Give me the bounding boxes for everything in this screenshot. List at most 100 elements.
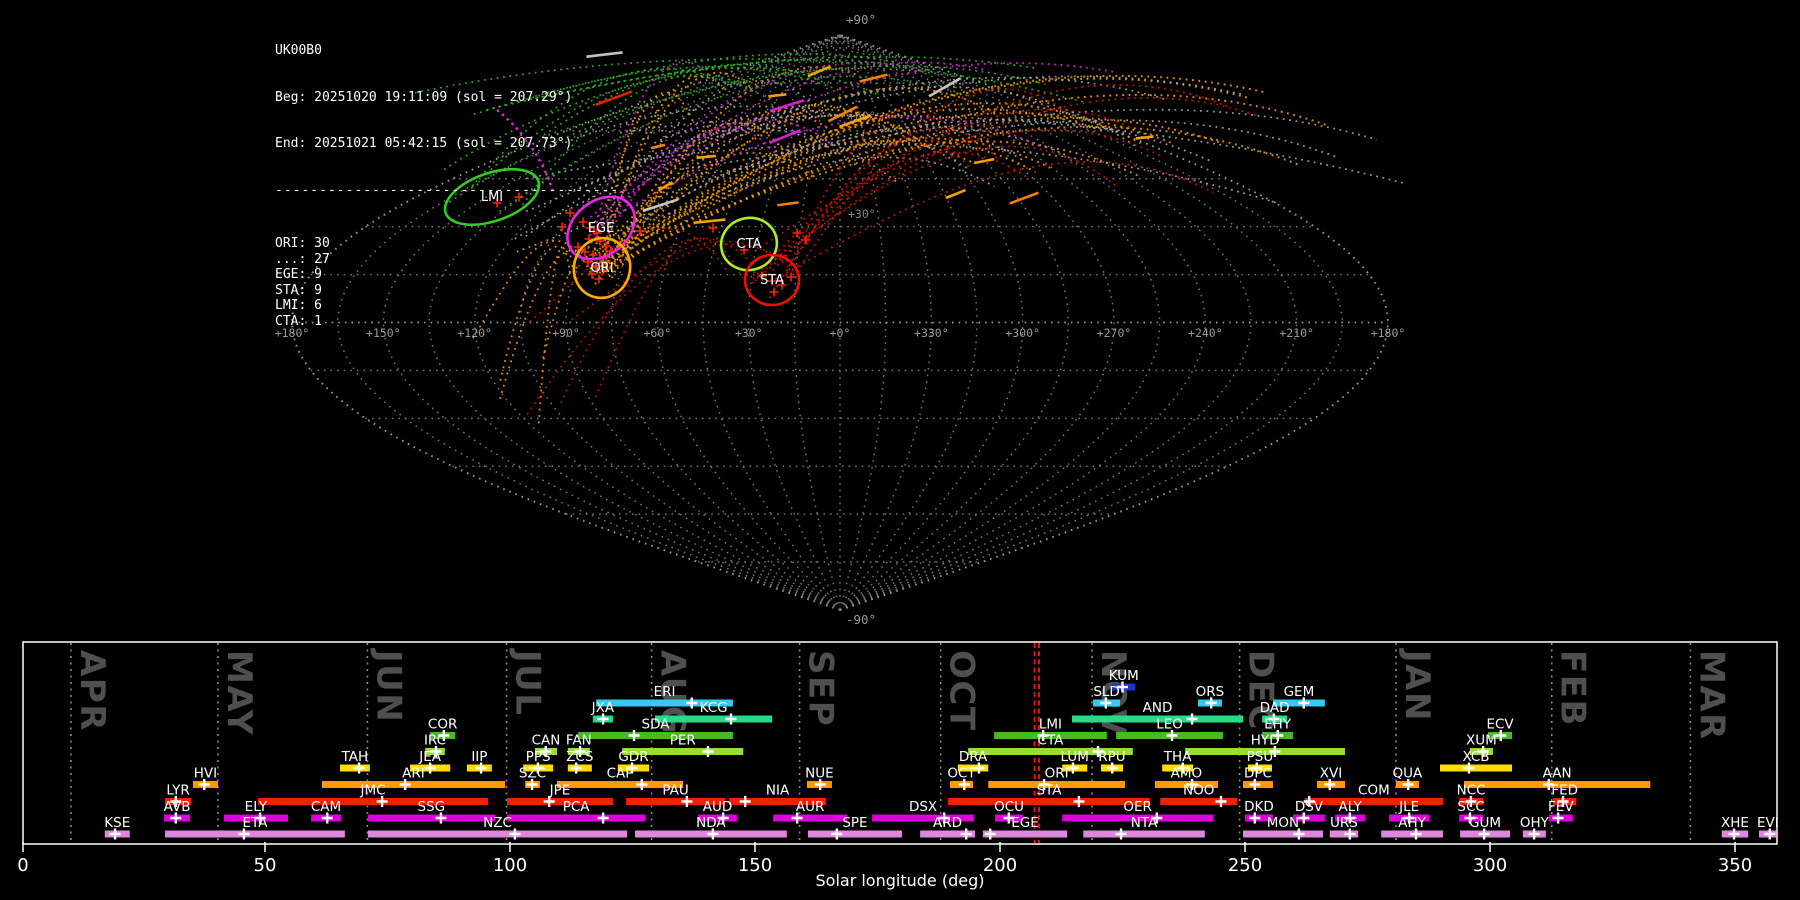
shower-code-label: SPE bbox=[842, 815, 867, 831]
shower-DPC: DPC bbox=[1243, 766, 1273, 790]
shower-XVI: XVI bbox=[1317, 766, 1345, 790]
shower-XHE: XHE bbox=[1721, 815, 1749, 840]
shower-NUE: NUE bbox=[805, 766, 834, 790]
shower-code-label: AND bbox=[1143, 700, 1173, 716]
shower-code-label: PCA bbox=[563, 799, 591, 815]
meteor-mark bbox=[769, 287, 779, 297]
shower-code-label: CAP bbox=[607, 766, 634, 782]
lon-label: +240° bbox=[1188, 326, 1223, 340]
shower-code-label: ERI bbox=[654, 684, 676, 700]
lon-label: +60° bbox=[643, 326, 671, 340]
pole-bottom-label: -90° bbox=[846, 612, 876, 627]
shower-code-label: EVI bbox=[1757, 815, 1779, 831]
shower-count-ORI: ORI: 30 bbox=[275, 236, 330, 251]
shower-code-label: DSX bbox=[909, 799, 937, 815]
radiant-map-and-timeline: +180° +150° +120° +90° +60° +30° +0° +330° +300°… bbox=[17, 12, 1779, 890]
shower-code-label: EGE bbox=[1011, 815, 1039, 831]
shower-code-label: XUM bbox=[1466, 733, 1497, 749]
shower-code-label: NOO bbox=[1183, 783, 1214, 799]
lat-label: +30° bbox=[848, 207, 876, 221]
shower-code-label: NTA bbox=[1131, 815, 1158, 831]
month-label: JUL bbox=[508, 648, 548, 716]
shower-code-label: SDA bbox=[642, 717, 671, 733]
shower-QUA: QUA bbox=[1393, 766, 1423, 790]
axis-tick-label: 200 bbox=[983, 855, 1017, 876]
activity-bar bbox=[1440, 764, 1513, 772]
shower-code-label: CAM bbox=[311, 799, 341, 815]
lon-label: +30° bbox=[735, 326, 763, 340]
lon-label: +330° bbox=[914, 326, 949, 340]
shower-count-unclassified: ...: 27 bbox=[275, 251, 330, 267]
shower-code-label: URS bbox=[1330, 815, 1358, 831]
shower-URS: URS bbox=[1329, 815, 1359, 840]
shower-code-label: GDR bbox=[618, 749, 648, 765]
shower-code-label: COM bbox=[1358, 783, 1390, 799]
shower-KSE: KSE bbox=[104, 815, 130, 840]
shower-code-label: AVB bbox=[164, 799, 191, 815]
activity-bar bbox=[948, 798, 1150, 805]
shower-code-label: GEM bbox=[1284, 684, 1315, 700]
axis-tick-label: 350 bbox=[1718, 855, 1752, 876]
shower-code-label: PSU bbox=[1247, 749, 1274, 765]
shower-count-EGE: EGE: 9 bbox=[275, 267, 322, 282]
shower-code-label: AUR bbox=[796, 799, 825, 815]
shower-EVI: EVI bbox=[1757, 815, 1779, 840]
month-label: JAN bbox=[1397, 648, 1437, 722]
shower-code-label: DSV bbox=[1295, 799, 1324, 815]
radiant-label: STA bbox=[760, 273, 784, 288]
activity-bar bbox=[258, 798, 488, 805]
shower-code-label: HVI bbox=[194, 766, 217, 782]
timeline-panel: APR MAY JUN JUL AUG SEP OCT NOV DEC JAN FEB MARKUME… bbox=[17, 641, 1779, 890]
shower-code-label: KUM bbox=[1109, 668, 1139, 684]
axis-tick-label: 300 bbox=[1473, 855, 1507, 876]
activity-bar bbox=[1243, 830, 1323, 838]
shower-code-label: AHY bbox=[1398, 815, 1426, 831]
month-label: MAY bbox=[219, 650, 259, 736]
activity-bar bbox=[367, 830, 628, 838]
info-panel: UK00B0 Beg: 20251020 19:11:09 (sol = 207… bbox=[275, 12, 619, 360]
meteor-mark bbox=[786, 272, 796, 282]
shower-code-label: AMO bbox=[1171, 766, 1203, 782]
shower-code-label: COR bbox=[428, 717, 457, 733]
lon-label: +300° bbox=[1005, 326, 1040, 340]
peak-mark bbox=[628, 730, 640, 741]
activity-bar bbox=[321, 781, 506, 788]
shower-SLD: SLD bbox=[1093, 684, 1121, 709]
shower-code-label: STA bbox=[1036, 783, 1062, 799]
activity-bar bbox=[1304, 798, 1443, 805]
shower-code-label: KSE bbox=[104, 815, 130, 831]
peak-mark bbox=[1073, 796, 1085, 807]
shower-TAH: TAH bbox=[339, 749, 370, 774]
axis-tick-label: 150 bbox=[738, 855, 772, 876]
shower-FEV: FEV bbox=[1548, 799, 1574, 824]
shower-code-label: FEV bbox=[1548, 799, 1574, 815]
activity-bar bbox=[165, 830, 345, 838]
shower-code-label: NZC bbox=[483, 815, 512, 831]
shower-code-label: PER bbox=[670, 733, 696, 749]
shower-code-label: FAN bbox=[566, 733, 592, 749]
shower-count-STA: STA: 9 bbox=[275, 282, 322, 298]
shower-code-label: XCB bbox=[1463, 749, 1490, 765]
activity-bar bbox=[773, 814, 848, 822]
shower-code-label: ZCS bbox=[566, 749, 593, 765]
shower-RPU: RPU bbox=[1098, 749, 1126, 774]
shower-code-label: OCT bbox=[947, 766, 976, 782]
shower-counts: ORI: 30...: 27 EGE: 9 STA: 9 LMI: 6 CTA: 1 bbox=[275, 236, 619, 329]
axis-tick-label: 250 bbox=[1228, 855, 1262, 876]
radiant-label: CTA bbox=[737, 237, 762, 252]
shower-code-label: LUM bbox=[1061, 749, 1089, 765]
peak-mark bbox=[984, 828, 996, 840]
shower-CAM: CAM bbox=[311, 799, 341, 824]
peak-mark bbox=[1186, 713, 1198, 725]
axis-tick-label: 50 bbox=[254, 855, 277, 876]
axis-tick-label: 100 bbox=[493, 855, 527, 876]
shower-code-label: MON bbox=[1267, 815, 1299, 831]
shower-code-label: ARD bbox=[933, 815, 962, 831]
shower-code-label: CTA bbox=[1038, 733, 1065, 749]
month-label: JUN bbox=[368, 648, 408, 723]
month-label: MAR bbox=[1691, 650, 1731, 741]
station-id: UK00B0 bbox=[275, 43, 322, 58]
peak-mark bbox=[739, 796, 751, 807]
shower-code-label: ETA bbox=[242, 815, 268, 831]
lon-label: +210° bbox=[1279, 326, 1314, 340]
